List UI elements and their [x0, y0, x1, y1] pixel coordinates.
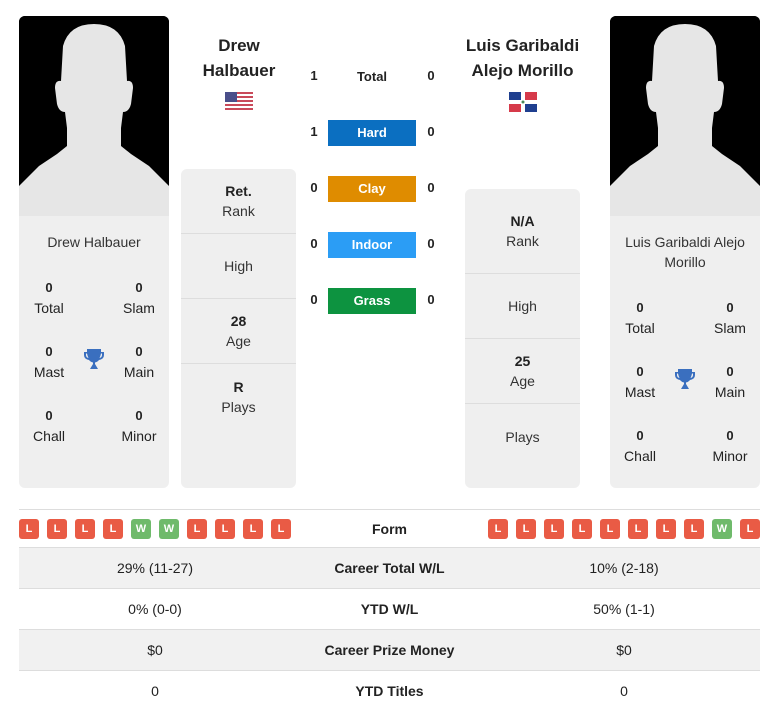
form-loss-badge[interactable]: L: [187, 518, 207, 539]
form-loss-badge[interactable]: L: [103, 518, 123, 539]
form-loss-badge[interactable]: L: [488, 518, 508, 539]
h2h-grass-p2: 0: [427, 292, 435, 307]
player2-photo: [610, 16, 760, 216]
form-loss-badge[interactable]: L: [271, 518, 291, 539]
comparison-table: LLLLWWLLLL Form LLLLLLLLWL 29% (11-27) C…: [19, 509, 760, 712]
form-loss-badge[interactable]: L: [628, 518, 648, 539]
player1-prize-money: $0: [19, 629, 291, 671]
h2h-indoor-row: 0 Indoor 0: [300, 232, 445, 258]
player1-info-panel: Ret. Rank High 28 Age R Plays: [181, 169, 296, 488]
player2-form: LLLLLLLLWL: [488, 509, 760, 548]
player1-card: Drew Halbauer 0 Total 0 Slam 0 Mast 0 Main 0…: [19, 16, 169, 488]
player2-rank: N/A Rank: [465, 189, 580, 274]
trophy-icon: [82, 347, 106, 371]
form-loss-badge[interactable]: L: [656, 518, 676, 539]
form-loss-badge[interactable]: L: [600, 518, 620, 539]
h2h-hard-p1: 1: [310, 124, 318, 139]
player2-career-wl: 10% (2-18): [488, 547, 760, 589]
form-win-badge[interactable]: W: [159, 518, 179, 539]
table-row: 29% (11-27) Career Total W/L 10% (2-18): [19, 547, 760, 589]
player2-titles-main: 0 Main: [714, 364, 746, 400]
h2h-clay-p2: 0: [427, 180, 435, 195]
player2-card-name: Luis Garibaldi Alejo Morillo: [625, 234, 745, 270]
form-loss-badge[interactable]: L: [572, 518, 592, 539]
player-silhouette-icon: [19, 16, 169, 216]
h2h-total-p2: 0: [427, 68, 435, 83]
h2h-indoor-p2: 0: [427, 236, 435, 251]
player2-titles-slam: 0 Slam: [714, 300, 746, 336]
row-label: YTD Titles: [355, 683, 424, 700]
player2-titles-chall: 0 Chall: [624, 428, 656, 464]
player2-plays: Plays: [505, 428, 540, 445]
player2-age: 25 Age: [465, 339, 580, 404]
surface-clay-badge[interactable]: Clay: [328, 176, 416, 202]
player2-titles-total: 0 Total: [625, 300, 655, 336]
form-loss-badge[interactable]: L: [75, 518, 95, 539]
h2h-hard-p2: 0: [427, 124, 435, 139]
form-label: Form: [291, 509, 488, 548]
player1-career-wl: 29% (11-27): [19, 547, 291, 589]
surface-hard-badge[interactable]: Hard: [328, 120, 416, 146]
form-win-badge[interactable]: W: [712, 518, 732, 539]
table-row: 0% (0-0) YTD W/L 50% (1-1): [19, 588, 760, 630]
h2h-clay-row: 0 Clay 0: [300, 176, 445, 202]
form-loss-badge[interactable]: L: [740, 518, 760, 539]
form-row: LLLLWWLLLL Form LLLLLLLLWL: [19, 509, 760, 548]
form-loss-badge[interactable]: L: [684, 518, 704, 539]
player1-titles-mast: 0 Mast: [33, 344, 65, 380]
row-label: Career Total W/L: [291, 547, 488, 589]
form-loss-badge[interactable]: L: [516, 518, 536, 539]
player2-card: Luis Garibaldi Alejo Morillo 0 Total 0 Sla…: [610, 16, 760, 488]
h2h-total-label: Total: [356, 69, 388, 84]
dominican-republic-flag-icon: [509, 92, 537, 112]
form-loss-badge[interactable]: L: [544, 518, 564, 539]
form-loss-badge[interactable]: L: [243, 518, 263, 539]
h2h-hard-row: 1 Hard 0: [300, 120, 445, 146]
surface-grass-badge[interactable]: Grass: [328, 288, 416, 314]
player2-ytd-wl: 50% (1-1): [488, 588, 760, 630]
form-loss-badge[interactable]: L: [215, 518, 235, 539]
usa-flag-icon: [225, 92, 253, 112]
h2h-clay-p1: 0: [310, 180, 318, 195]
player2-prize-money: $0: [488, 629, 760, 671]
player1-plays: R Plays: [221, 378, 256, 415]
player1-rank: Ret. Rank: [181, 169, 296, 234]
row-label: YTD W/L: [291, 588, 488, 630]
player1-ytd-wl: 0% (0-0): [19, 588, 291, 630]
h2h-total-p1: 1: [310, 68, 318, 83]
trophy-icon: [673, 367, 697, 391]
player1-form: LLLLWWLLLL: [19, 509, 291, 548]
form-loss-badge[interactable]: L: [19, 518, 39, 539]
row-label: Career Prize Money: [291, 629, 488, 671]
player1-titles-main: 0 Main: [123, 344, 155, 380]
player2-titles-mast: 0 Mast: [624, 364, 656, 400]
player1-ytd-titles: 0: [151, 683, 159, 700]
h2h-indoor-p1: 0: [310, 236, 318, 251]
player1-titles-total: 0 Total: [34, 280, 64, 316]
player1-titles-chall: 0 Chall: [33, 408, 65, 444]
player-silhouette-icon: [610, 16, 760, 216]
form-loss-badge[interactable]: L: [47, 518, 67, 539]
surface-indoor-badge[interactable]: Indoor: [328, 232, 416, 258]
player1-name[interactable]: Drew Halbauer: [180, 33, 298, 83]
form-win-badge[interactable]: W: [131, 518, 151, 539]
h2h-total-row: 1 Total 0: [300, 64, 445, 90]
player1-high: High: [181, 234, 296, 299]
player2-titles-minor: 0 Minor: [712, 428, 748, 464]
player2-info-panel: N/A Rank High 25 Age Plays: [465, 189, 580, 488]
h2h-grass-p1: 0: [310, 292, 318, 307]
player1-titles-slam: 0 Slam: [123, 280, 155, 316]
h2h-grass-row: 0 Grass 0: [300, 288, 445, 314]
player1-titles-minor: 0 Minor: [121, 408, 157, 444]
player1-card-name: Drew Halbauer: [47, 234, 141, 250]
table-row: 0 YTD Titles 0: [19, 671, 760, 712]
table-row: $0 Career Prize Money $0: [19, 629, 760, 671]
player1-age: 28 Age: [181, 299, 296, 364]
player1-photo: [19, 16, 169, 216]
player2-name[interactable]: Luis Garibaldi Alejo Morillo: [455, 33, 590, 83]
player2-ytd-titles: 0: [620, 683, 628, 700]
player2-high: High: [465, 274, 580, 339]
